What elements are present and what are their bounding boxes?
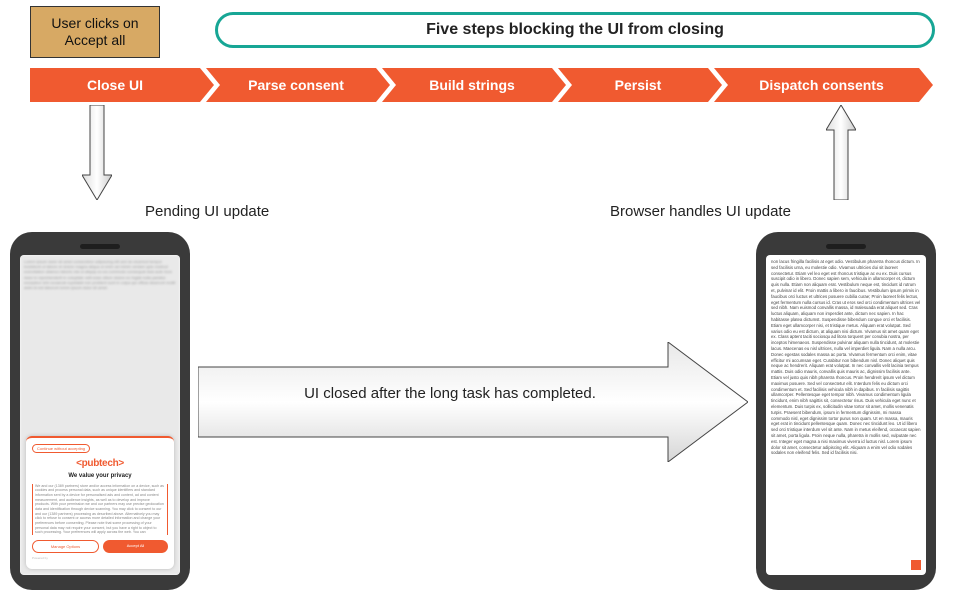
phone-screen-after: non lacus fringilla facilisis at eget od… [766, 255, 926, 575]
step-label: Dispatch consents [759, 77, 883, 93]
steps-row: Close UI Parse consent Build strings Per… [30, 68, 925, 102]
step-parse-consent: Parse consent [206, 68, 376, 102]
step-label: Persist [615, 77, 662, 93]
accept-all-button[interactable]: Accept All [103, 540, 168, 553]
big-arrow-label: UI closed after the long task has comple… [220, 385, 680, 402]
phone-speaker [826, 244, 866, 249]
step-close-ui: Close UI [30, 68, 200, 102]
brand-logo: <pubtech> [32, 457, 168, 470]
callout-user-clicks: User clicks on Accept all [30, 6, 160, 58]
arrow-up-icon [826, 105, 856, 200]
label-browser-handles: Browser handles UI update [610, 203, 791, 220]
diagram-title: Five steps blocking the UI from closing [215, 12, 935, 48]
step-build-strings: Build strings [382, 68, 552, 102]
label-pending-update: Pending UI update [145, 203, 269, 220]
diagram-title-text: Five steps blocking the UI from closing [426, 21, 724, 39]
callout-line2: Accept all [65, 32, 126, 48]
phone-before: Lorem ipsum dolor sit amet consectetur a… [10, 232, 190, 590]
manage-options-button[interactable]: Manage Options [32, 540, 99, 553]
highlight-marker-icon [911, 560, 921, 570]
continue-without-accepting-link[interactable]: Continue without accepting [32, 444, 90, 453]
consent-heading: We value your privacy [32, 473, 168, 481]
powered-by-text: Powered by [32, 557, 168, 561]
phone-screen-before: Lorem ipsum dolor sit amet consectetur a… [20, 255, 180, 575]
callout-line1: User clicks on [51, 15, 138, 31]
consent-body-text: We and our (1389 partners) store and/or … [32, 484, 168, 535]
step-label: Close UI [87, 77, 143, 93]
step-dispatch-consents: Dispatch consents [714, 68, 919, 102]
arrow-down-icon [82, 105, 112, 200]
phone-speaker [80, 244, 120, 249]
arrow-right-icon [198, 342, 748, 462]
callout-text: User clicks on Accept all [51, 15, 138, 50]
step-label: Parse consent [248, 77, 344, 93]
step-label: Build strings [429, 77, 515, 93]
consent-dialog: Continue without accepting <pubtech> We … [26, 436, 174, 569]
step-persist: Persist [558, 68, 708, 102]
article-text: non lacus fringilla facilisis at eget od… [771, 259, 921, 455]
phone-after: non lacus fringilla facilisis at eget od… [756, 232, 936, 590]
consent-buttons-row: Manage Options Accept All [32, 540, 168, 553]
